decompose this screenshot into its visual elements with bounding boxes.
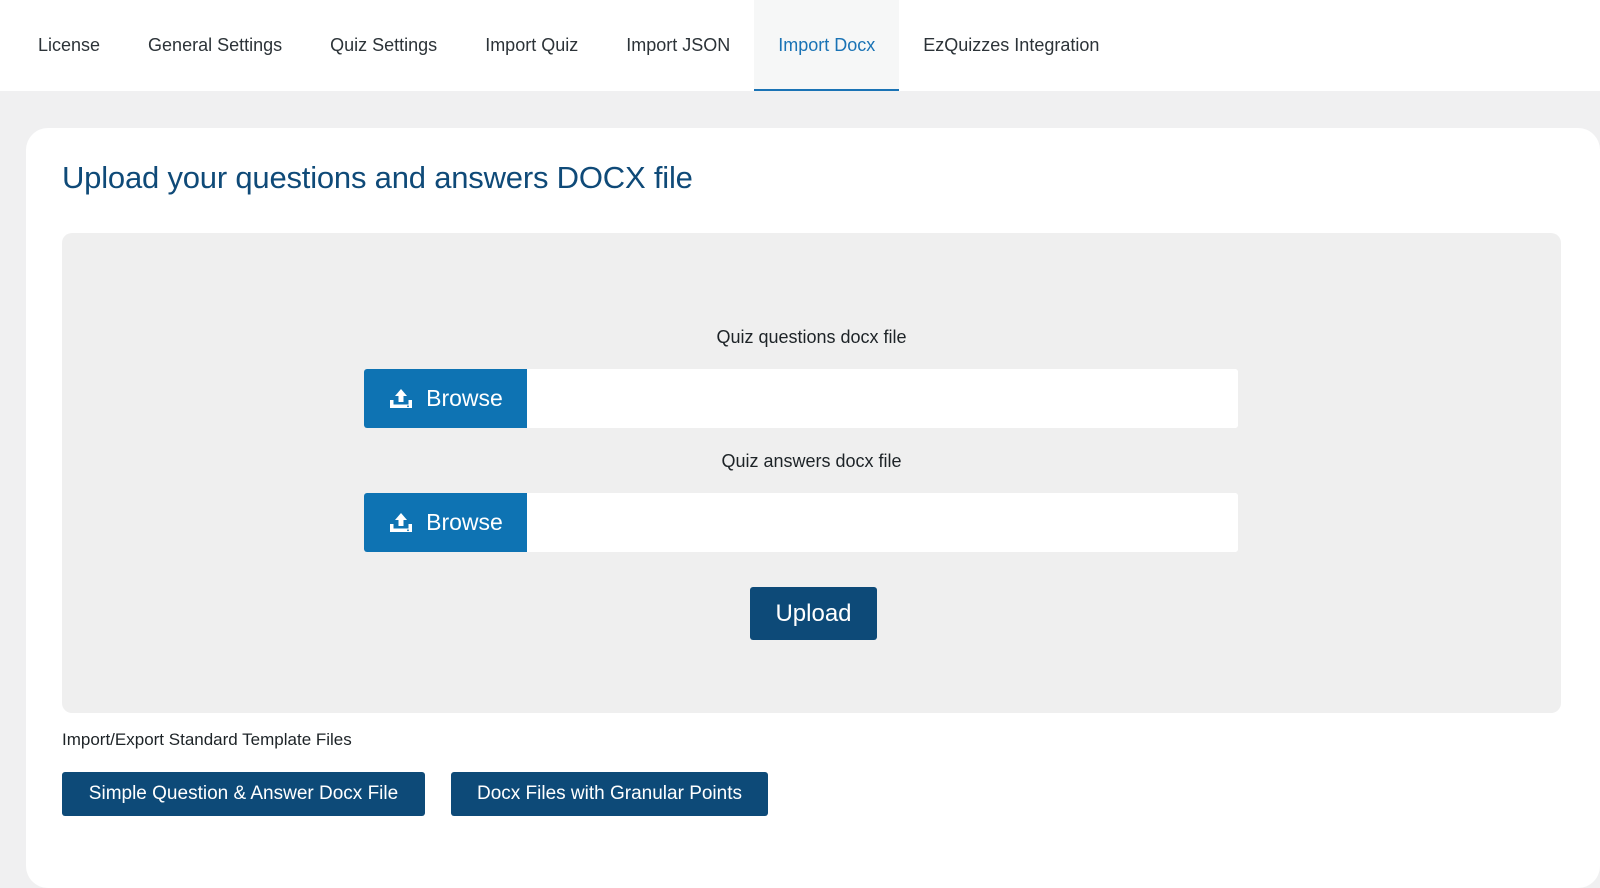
tab-ezquizzes-integration[interactable]: EzQuizzes Integration: [899, 0, 1123, 91]
page-title: Upload your questions and answers DOCX f…: [62, 160, 693, 195]
templates-label: Import/Export Standard Template Files: [62, 730, 352, 749]
import-docx-card: Upload your questions and answers DOCX f…: [26, 128, 1600, 888]
answers-file-label: Quiz answers docx file: [721, 451, 902, 471]
questions-file-label: Quiz questions docx file: [716, 327, 907, 347]
simple-template-button[interactable]: Simple Question & Answer Docx File: [62, 772, 425, 816]
tab-import-docx[interactable]: Import Docx: [754, 0, 900, 91]
settings-tabbar: License General Settings Quiz Settings I…: [0, 0, 1600, 91]
tab-general-settings[interactable]: General Settings: [124, 0, 306, 91]
upload-icon: [388, 512, 414, 534]
granular-template-button[interactable]: Docx Files with Granular Points: [451, 772, 768, 816]
answers-browse-button[interactable]: Browse: [364, 493, 527, 552]
answers-file-input[interactable]: [527, 493, 1238, 552]
tab-license[interactable]: License: [14, 0, 124, 91]
settings-tabs: License General Settings Quiz Settings I…: [0, 0, 1600, 91]
tab-quiz-settings[interactable]: Quiz Settings: [306, 0, 461, 91]
questions-file-picker: Browse: [364, 369, 1238, 428]
questions-file-input[interactable]: [527, 369, 1238, 428]
questions-browse-label: Browse: [426, 385, 503, 411]
upload-button[interactable]: Upload: [750, 587, 877, 640]
tab-import-quiz[interactable]: Import Quiz: [461, 0, 602, 91]
upload-icon: [388, 388, 414, 410]
upload-panel: Quiz questions docx file Browse Quiz ans…: [62, 233, 1561, 713]
questions-browse-button[interactable]: Browse: [364, 369, 527, 428]
answers-browse-label: Browse: [426, 509, 503, 535]
answers-file-picker: Browse: [364, 493, 1238, 552]
tab-import-json[interactable]: Import JSON: [602, 0, 754, 91]
